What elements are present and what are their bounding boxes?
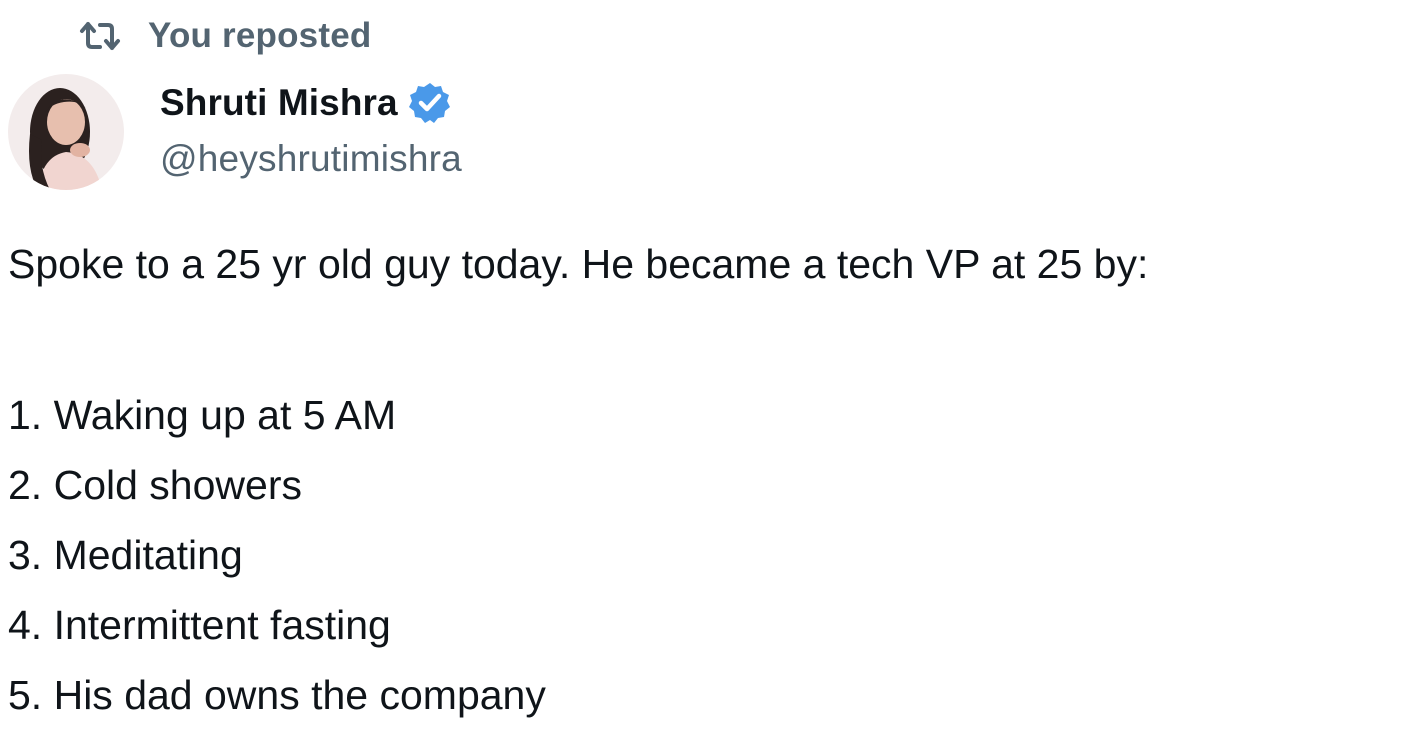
list-item: 2. Cold showers bbox=[8, 462, 302, 508]
author-name-row: Shruti Mishra bbox=[160, 78, 462, 128]
author-info: Shruti Mishra @heyshrutimishra bbox=[160, 78, 462, 180]
avatar[interactable] bbox=[8, 74, 124, 190]
list-item: 4. Intermittent fasting bbox=[8, 602, 391, 648]
list-item: 3. Meditating bbox=[8, 532, 243, 578]
repost-label: You reposted bbox=[148, 16, 372, 55]
tweet-text: Spoke to a 25 yr old guy today. He becam… bbox=[8, 241, 1149, 287]
list-item: 5. His dad owns the company bbox=[8, 672, 546, 718]
repost-icon bbox=[78, 19, 122, 53]
list-item: 1. Waking up at 5 AM bbox=[8, 392, 397, 438]
repost-indicator: You reposted bbox=[78, 14, 371, 58]
author-display-name[interactable]: Shruti Mishra bbox=[160, 82, 398, 124]
tweet-list: 1. Waking up at 5 AM 2. Cold showers 3. … bbox=[8, 380, 546, 730]
author-handle[interactable]: @heyshrutimishra bbox=[160, 138, 462, 180]
verified-badge-icon bbox=[408, 81, 452, 125]
